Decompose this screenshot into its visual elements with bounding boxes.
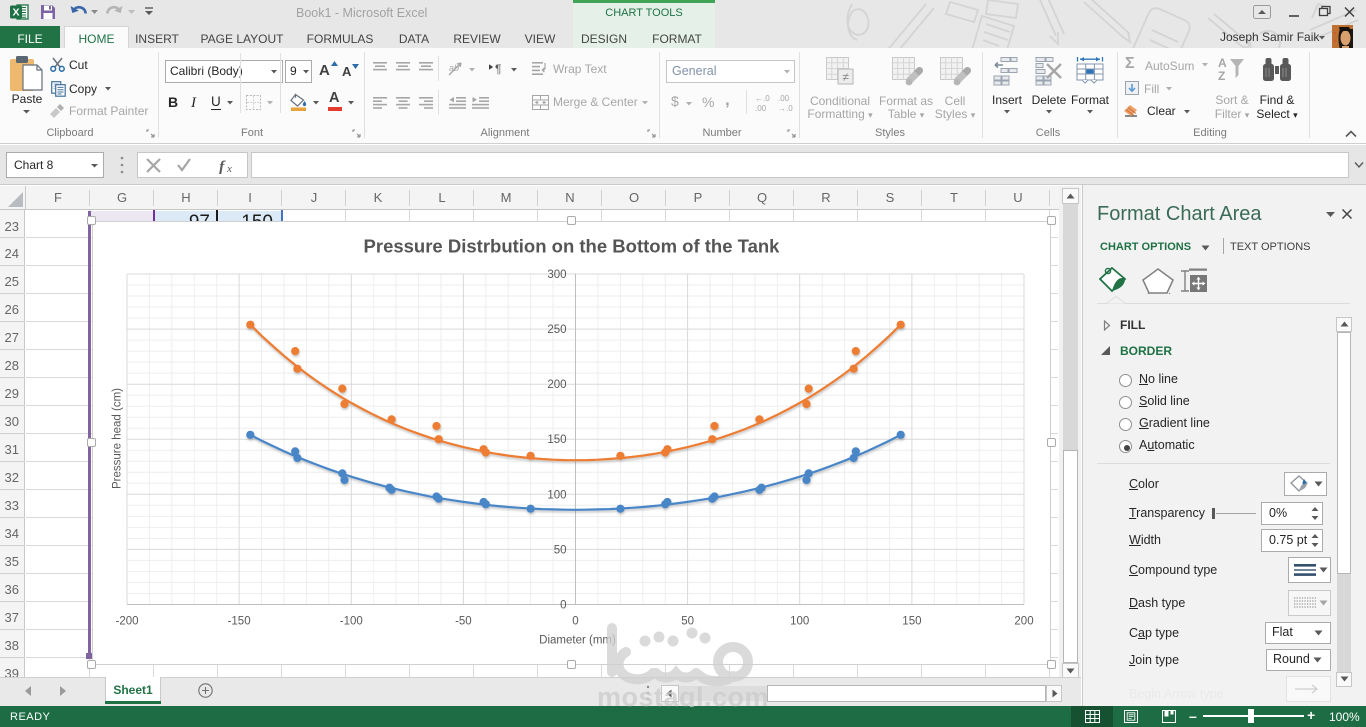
svg-text:-100: -100 — [339, 615, 362, 627]
svg-text:200: 200 — [1014, 615, 1033, 627]
svg-text:Pressure Distrbution on the Bo: Pressure Distrbution on the Bottom of th… — [363, 235, 780, 256]
svg-text:x: x — [226, 163, 232, 174]
svg-text:Pressure head (cm): Pressure head (cm) — [111, 387, 123, 488]
svg-text:-50: -50 — [455, 615, 472, 627]
svg-text:250: 250 — [547, 324, 566, 336]
svg-text:¶: ¶ — [495, 62, 501, 76]
svg-text:50: 50 — [553, 544, 566, 556]
svg-text:200: 200 — [547, 379, 566, 391]
svg-text:-150: -150 — [227, 615, 250, 627]
svg-text:ab: ab — [449, 63, 459, 73]
svg-text:-200: -200 — [115, 615, 138, 627]
svg-text:150: 150 — [902, 615, 921, 627]
svg-text:0: 0 — [560, 599, 566, 611]
svg-text:300: 300 — [547, 269, 566, 281]
svg-text:100: 100 — [547, 489, 566, 501]
svg-text:mostaql.com: mostaql.com — [597, 682, 769, 707]
svg-text:0: 0 — [572, 615, 578, 627]
svg-text:f: f — [219, 159, 226, 175]
svg-text:A: A — [1218, 56, 1227, 70]
svg-text:150: 150 — [547, 434, 566, 446]
svg-text:100: 100 — [790, 615, 809, 627]
svg-text:X: X — [12, 7, 19, 19]
svg-text:Z: Z — [1218, 69, 1225, 82]
svg-text:≠: ≠ — [842, 70, 849, 84]
